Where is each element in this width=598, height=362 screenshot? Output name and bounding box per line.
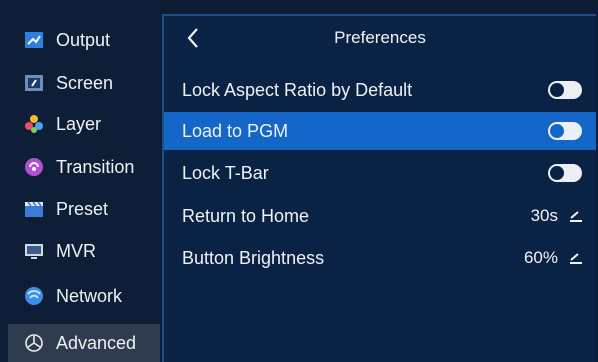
sidebar: Output Screen Layer Transition Preset MV… [0, 0, 160, 362]
sidebar-item-layer[interactable]: Layer [8, 104, 160, 144]
setting-label: Load to PGM [182, 120, 289, 141]
button-brightness-value: 60% [523, 248, 558, 267]
sidebar-item-label: Output [56, 29, 111, 50]
setting-row-load-to-pgm[interactable]: Load to PGM [164, 112, 596, 150]
sidebar-item-label: Preset [56, 198, 109, 219]
setting-row-button-brightness[interactable]: Button Brightness 60% [164, 239, 596, 277]
setting-label: Lock T-Bar [182, 162, 269, 183]
sidebar-item-label: Advanced [56, 332, 137, 353]
transition-icon [24, 157, 44, 177]
setting-row-return-to-home[interactable]: Return to Home 30s [164, 197, 596, 235]
load-to-pgm-toggle[interactable] [548, 122, 582, 140]
sidebar-item-output[interactable]: Output [8, 20, 160, 60]
setting-row-lock-t-bar[interactable]: Lock T-Bar [164, 154, 596, 192]
edit-icon[interactable] [568, 209, 584, 223]
network-icon [24, 286, 44, 306]
sidebar-item-network[interactable]: Network [8, 276, 160, 316]
setting-label: Lock Aspect Ratio by Default [182, 79, 413, 100]
lock-aspect-ratio-toggle[interactable] [548, 81, 582, 99]
layer-icon [24, 114, 44, 134]
setting-row-lock-aspect-ratio[interactable]: Lock Aspect Ratio by Default [164, 71, 596, 109]
page-title: Preferences [334, 28, 426, 47]
output-icon [24, 30, 44, 50]
mvr-icon [24, 241, 44, 261]
sidebar-item-label: Network [56, 285, 123, 306]
sidebar-item-label: Layer [56, 113, 102, 134]
return-to-home-value: 30s [530, 206, 558, 225]
lock-t-bar-toggle[interactable] [548, 164, 582, 182]
preset-icon [24, 199, 44, 219]
sidebar-item-preset[interactable]: Preset [8, 189, 160, 229]
setting-label: Return to Home [182, 205, 310, 226]
screen-icon [24, 73, 44, 93]
setting-label: Button Brightness [182, 247, 325, 268]
sidebar-item-label: Screen [56, 72, 114, 93]
sidebar-item-advanced[interactable]: Advanced [8, 324, 160, 362]
sidebar-item-label: Transition [56, 156, 135, 177]
sidebar-item-screen[interactable]: Screen [8, 63, 160, 103]
preferences-panel: Preferences Lock Aspect Ratio by Default… [162, 14, 596, 362]
edit-icon[interactable] [568, 251, 584, 265]
sidebar-item-mvr[interactable]: MVR [8, 231, 160, 271]
sidebar-item-transition[interactable]: Transition [8, 147, 160, 187]
sidebar-item-label: MVR [56, 240, 96, 261]
advanced-icon [24, 333, 44, 353]
